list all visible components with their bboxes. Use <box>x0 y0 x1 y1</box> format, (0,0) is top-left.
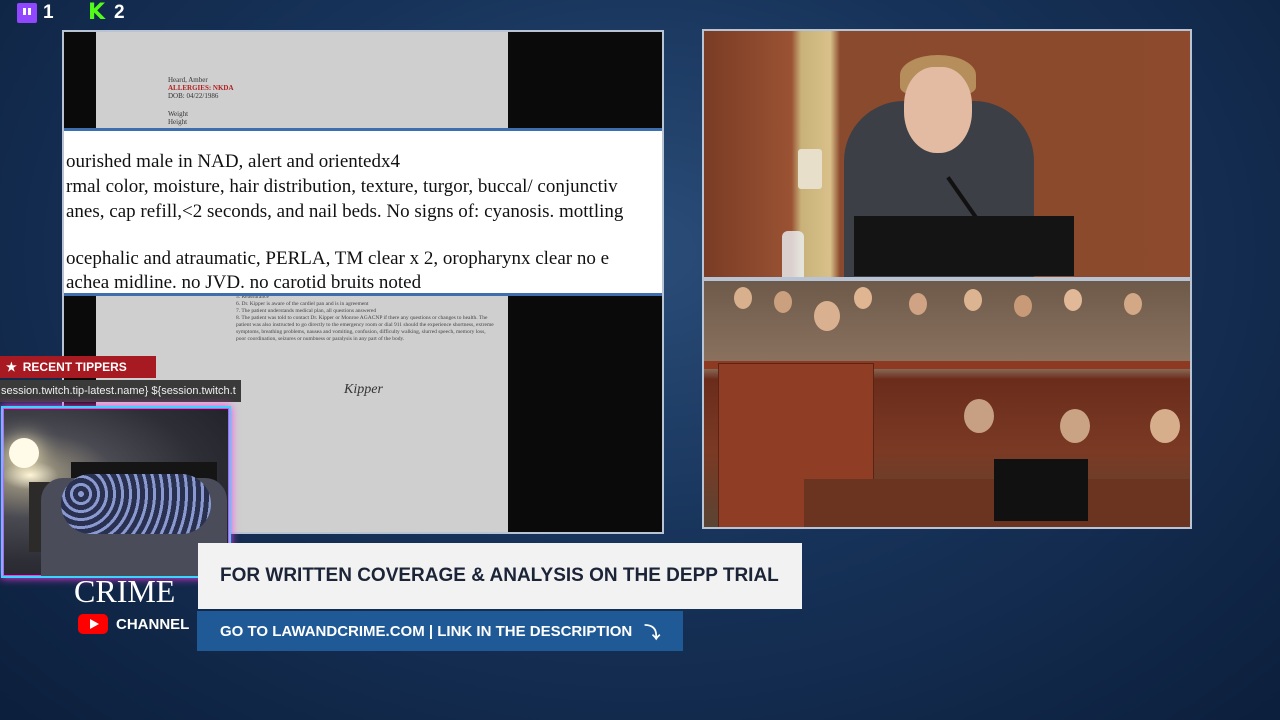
table-monitor <box>994 459 1088 521</box>
attorney-seated <box>1060 409 1090 443</box>
list-item: 7. The patient understands medical plan,… <box>236 308 377 314</box>
dob-label: DOB: 04/22/1986 <box>168 92 219 100</box>
document-header: Heard, Amber ALLERGIES: NKDA DOB: 04/22/… <box>168 76 234 126</box>
gallery-person <box>1064 289 1082 311</box>
twitch-viewer-count: 1 <box>17 2 54 24</box>
attorney-seated <box>1150 409 1180 443</box>
zoom-line: anes, cap refill,<2 seconds, and nail be… <box>66 201 624 222</box>
witness-camera-feed <box>702 29 1192 279</box>
recent-tippers-ticker: session.twitch.tip-latest.name} ${sessio… <box>0 380 241 402</box>
witness-monitor <box>854 216 1074 276</box>
gallery-person <box>854 287 872 309</box>
headline-banner: FOR WRITTEN COVERAGE & ANALYSIS ON THE D… <box>198 543 802 609</box>
document-plan-list: 5. Reassurance 6. Dr. Kipper is aware of… <box>236 294 496 343</box>
arrow-down-icon: ⤵ <box>644 623 661 642</box>
lamp <box>9 438 39 468</box>
patient-name: Heard, Amber <box>168 76 208 84</box>
channel-label: CHANNEL <box>116 615 190 633</box>
courtroom-gallery-feed <box>702 279 1192 529</box>
gallery-person <box>1014 295 1032 317</box>
zoom-line: rmal color, moisture, hair distribution,… <box>66 176 618 197</box>
attorney-at-lectern <box>814 301 840 331</box>
gallery-person <box>1124 293 1142 315</box>
weight-label: Weight <box>168 110 189 118</box>
kick-count: 2 <box>114 2 125 23</box>
zoom-line: achea midline. no JVD. no carotid bruits… <box>66 272 422 293</box>
youtube-channel-link[interactable]: CHANNEL <box>78 614 189 634</box>
twitch-icon <box>17 3 37 23</box>
zoom-line: ourished male in NAD, alert and oriented… <box>66 151 400 172</box>
headline-text: FOR WRITTEN COVERAGE & ANALYSIS ON THE D… <box>220 565 779 586</box>
signature: Kipper <box>344 382 383 397</box>
twitch-count: 1 <box>43 2 54 23</box>
gallery-person <box>734 287 752 309</box>
list-item: 8. The patient was told to contact Dr. K… <box>236 315 494 342</box>
attorney-seated <box>964 399 994 433</box>
kick-icon: K <box>88 0 106 25</box>
gallery-person <box>774 291 792 313</box>
streamer-webcam <box>1 406 231 578</box>
gallery-person <box>964 289 982 311</box>
cta-text: GO TO LAWANDCRIME.COM | LINK IN THE DESC… <box>220 622 633 640</box>
kick-viewer-count: K 2 <box>88 2 125 24</box>
document-zoom-callout: ourished male in NAD, alert and oriented… <box>64 128 662 296</box>
witness-head <box>904 67 972 153</box>
cta-banner[interactable]: GO TO LAWANDCRIME.COM | LINK IN THE DESC… <box>197 611 683 651</box>
brand-logo-text: CRIME <box>74 573 176 609</box>
list-item: 6. Dr. Kipper is aware of the cardiel pa… <box>236 301 369 307</box>
height-label: Height <box>168 118 188 126</box>
recent-tippers-label: ★ RECENT TIPPERS <box>0 356 156 378</box>
recent-tippers-text: RECENT TIPPERS <box>22 360 127 374</box>
water-bottle <box>782 231 804 277</box>
star-icon: ★ <box>6 360 17 374</box>
allergies-label: ALLERGIES: NKDA <box>168 84 234 92</box>
gallery-person <box>909 293 927 315</box>
bed-cover <box>61 474 211 534</box>
wall-switch <box>798 149 822 189</box>
youtube-icon <box>78 614 108 634</box>
zoom-line: ocephalic and atraumatic, PERLA, TM clea… <box>66 248 610 269</box>
